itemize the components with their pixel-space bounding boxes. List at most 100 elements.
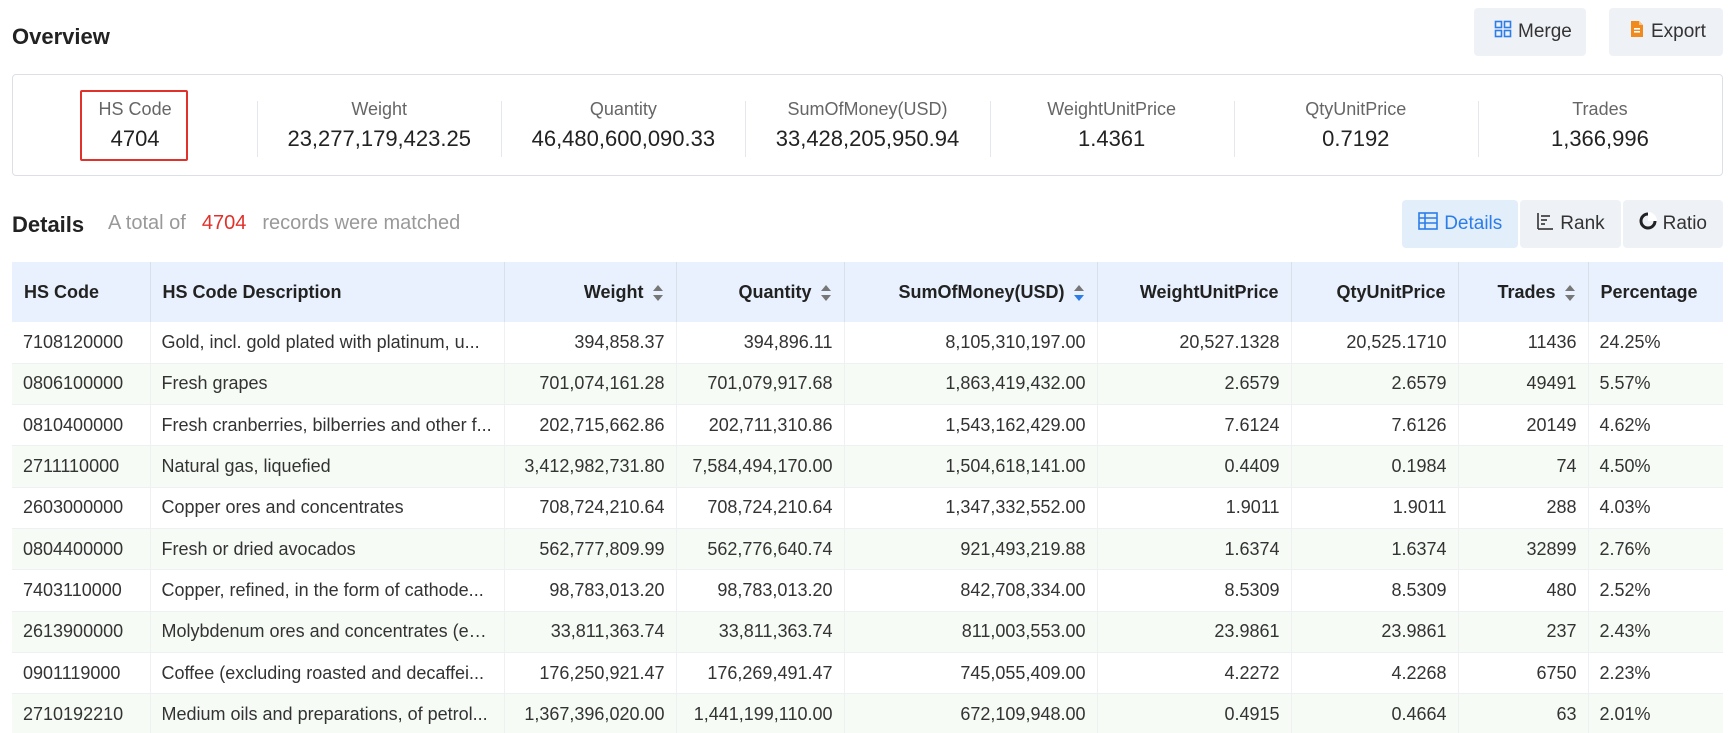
cell-weight-unit-price: 1.9011 <box>1097 487 1292 529</box>
summary-quantity: Quantity 46,480,600,090.33 <box>501 89 745 161</box>
table-row[interactable]: 2603000000 Copper ores and concentrates 70… <box>12 487 1723 529</box>
export-button[interactable]: Export <box>1609 8 1723 56</box>
cell-trades: 11436 <box>1458 322 1589 364</box>
column-header-trades[interactable]: Trades <box>1458 262 1589 322</box>
cell-quantity: 1,441,199,110.00 <box>676 693 845 733</box>
cell-trades: 480 <box>1458 569 1589 612</box>
cell-qty-unit-price: 1.6374 <box>1291 528 1459 571</box>
summary-weight-unit-price: WeightUnitPrice 1.4361 <box>989 89 1234 161</box>
cell-quantity: 202,711,310.86 <box>676 404 845 447</box>
cell-description: Natural gas, liquefied <box>150 445 505 488</box>
table-row[interactable]: 0804400000 Fresh or dried avocados 562,777… <box>12 528 1723 571</box>
table-row[interactable]: 0806100000 Fresh grapes 701,074,161.28 701,… <box>12 363 1723 406</box>
cell-hs-code: 0806100000 <box>12 363 151 406</box>
column-header-qty-unit-price: QtyUnitPrice <box>1291 262 1459 322</box>
summary-label: SumOfMoney(USD) <box>787 98 948 119</box>
cell-weight-unit-price: 23.9861 <box>1097 611 1292 653</box>
cell-hs-code: 0804400000 <box>12 528 151 571</box>
table-row[interactable]: 2711110000 Natural gas, liquefied 3,412,98… <box>12 445 1723 488</box>
merge-button[interactable]: Merge <box>1474 8 1586 56</box>
cell-quantity: 98,783,013.20 <box>676 569 845 612</box>
cell-description: Copper ores and concentrates <box>150 487 505 529</box>
cell-quantity: 33,811,363.74 <box>676 611 845 653</box>
cell-percentage: 2.52% <box>1588 569 1723 612</box>
cell-percentage: 4.03% <box>1588 487 1723 529</box>
summary-value: 46,480,600,090.33 <box>531 125 716 151</box>
table-row[interactable]: 0810400000 Fresh cranberries, bilberries … <box>12 404 1723 447</box>
tab-rank[interactable]: Rank <box>1520 200 1621 248</box>
summary-hs-code: HS Code 4704 <box>13 89 257 161</box>
cell-trades: 49491 <box>1458 363 1589 406</box>
summary-trades: Trades 1,366,996 <box>1477 89 1722 161</box>
column-header-weight-unit-price: WeightUnitPrice <box>1097 262 1292 322</box>
summary-value: 1,366,996 <box>1550 125 1649 151</box>
rank-icon <box>1536 212 1554 236</box>
table-row[interactable]: 2710192210 Medium oils and preparations, … <box>12 693 1723 733</box>
cell-quantity: 176,269,491.47 <box>676 652 845 695</box>
summary-value: 33,428,205,950.94 <box>775 125 960 151</box>
cell-weight: 202,715,662.86 <box>504 404 677 447</box>
cell-percentage: 2.01% <box>1588 693 1723 733</box>
cell-sum-of-money: 842,708,334.00 <box>844 569 1098 612</box>
cell-hs-code: 7403110000 <box>12 569 151 612</box>
cell-weight: 3,412,982,731.80 <box>504 445 677 488</box>
cell-sum-of-money: 1,863,419,432.00 <box>844 363 1098 406</box>
export-label: Export <box>1651 21 1706 42</box>
sort-desc-icon[interactable] <box>1073 284 1085 302</box>
column-header-hs-code: HS Code <box>12 262 151 322</box>
summary-label: HS Code <box>98 98 172 119</box>
cell-qty-unit-price: 20,525.1710 <box>1291 322 1459 364</box>
cell-weight-unit-price: 4.2272 <box>1097 652 1292 695</box>
cell-weight: 98,783,013.20 <box>504 569 677 612</box>
summary-label: Weight <box>351 98 408 119</box>
cell-description: Gold, incl. gold plated with platinum, u… <box>150 322 505 364</box>
tab-details[interactable]: Details <box>1402 200 1519 248</box>
cell-weight-unit-price: 8.5309 <box>1097 569 1292 612</box>
table-row[interactable]: 7108120000 Gold, incl. gold plated with p… <box>12 322 1723 364</box>
cell-percentage: 2.23% <box>1588 652 1723 695</box>
cell-weight-unit-price: 2.6579 <box>1097 363 1292 406</box>
cell-trades: 32899 <box>1458 528 1589 571</box>
cell-weight-unit-price: 20,527.1328 <box>1097 322 1292 364</box>
column-header-weight[interactable]: Weight <box>504 262 677 322</box>
details-header: Details A total of 4704 records were mat… <box>12 200 1723 252</box>
view-tabs: Details Rank Ratio <box>1402 200 1723 248</box>
column-header-sum-of-money[interactable]: SumOfMoney(USD) <box>844 262 1098 322</box>
cell-weight-unit-price: 0.4409 <box>1097 445 1292 488</box>
cell-quantity: 562,776,640.74 <box>676 528 845 571</box>
details-table: HS Code HS Code Description Weight Quant… <box>12 262 1723 733</box>
cell-description: Fresh grapes <box>150 363 505 406</box>
cell-sum-of-money: 1,347,332,552.00 <box>844 487 1098 529</box>
tab-rank-label: Rank <box>1560 213 1605 234</box>
cell-trades: 20149 <box>1458 404 1589 447</box>
cell-qty-unit-price: 4.2268 <box>1291 652 1459 695</box>
cell-description: Medium oils and preparations, of petrol.… <box>150 693 505 733</box>
tab-ratio-label: Ratio <box>1662 213 1707 234</box>
cell-description: Copper, refined, in the form of cathode.… <box>150 569 505 612</box>
table-row[interactable]: 7403110000 Copper, refined, in the form o… <box>12 569 1723 612</box>
column-header-quantity[interactable]: Quantity <box>676 262 845 322</box>
cell-qty-unit-price: 0.4664 <box>1291 693 1459 733</box>
summary-card: HS Code 4704 Weight 23,277,179,423.25 Qu… <box>12 74 1723 176</box>
cell-weight: 1,367,396,020.00 <box>504 693 677 733</box>
cell-percentage: 4.50% <box>1588 445 1723 488</box>
table-row[interactable]: 2613900000 Molybdenum ores and concentrat… <box>12 611 1723 653</box>
cell-trades: 237 <box>1458 611 1589 653</box>
cell-hs-code: 2613900000 <box>12 611 151 653</box>
details-title: Details <box>12 212 85 237</box>
cell-trades: 74 <box>1458 445 1589 488</box>
summary-value: 23,277,179,423.25 <box>287 125 471 151</box>
export-icon <box>1629 20 1645 44</box>
sort-icon[interactable] <box>652 284 664 302</box>
tab-ratio[interactable]: Ratio <box>1622 200 1723 248</box>
overview-title: Overview <box>12 24 110 49</box>
cell-sum-of-money: 8,105,310,197.00 <box>844 322 1098 364</box>
cell-hs-code: 0901119000 <box>12 652 151 695</box>
sort-icon[interactable] <box>820 284 832 302</box>
sort-icon[interactable] <box>1564 284 1576 302</box>
merge-icon <box>1494 20 1512 44</box>
cell-sum-of-money: 1,543,162,429.00 <box>844 404 1098 447</box>
table-row[interactable]: 0901119000 Coffee (excluding roasted and … <box>12 652 1723 695</box>
cell-trades: 288 <box>1458 487 1589 529</box>
cell-quantity: 7,584,494,170.00 <box>676 445 845 488</box>
